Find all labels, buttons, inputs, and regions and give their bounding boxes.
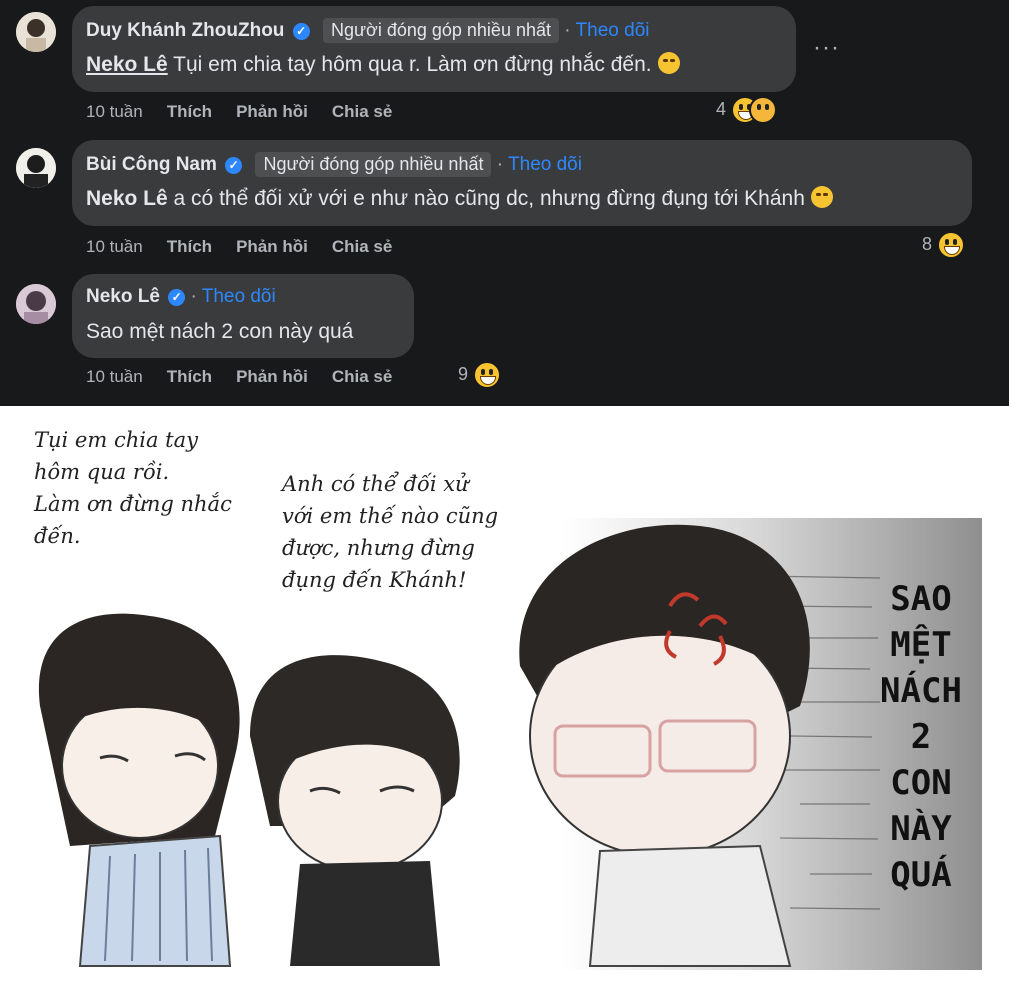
author-name[interactable]: Bùi Công Nam <box>86 154 217 175</box>
author-name[interactable]: Neko Lê <box>86 286 160 307</box>
reaction-summary[interactable]: 4 <box>716 96 778 124</box>
avatar-image <box>16 148 56 188</box>
shout-text: SAO MỆT NÁCH 2 CON NÀY QUÁ <box>880 579 962 895</box>
verified-icon: ✓ <box>168 289 186 306</box>
timestamp[interactable]: 10 tuần <box>86 102 143 121</box>
smirk-emoji-icon <box>810 186 833 208</box>
like-button[interactable]: Thích <box>167 237 212 256</box>
author-name[interactable]: Duy Khánh ZhouZhou <box>86 20 284 41</box>
mention-link[interactable]: Neko Lê <box>86 53 168 76</box>
avatar[interactable] <box>16 284 56 324</box>
speech-bubble-1: Tụi em chia tay hôm qua rồi. Làm ơn đừng… <box>34 428 232 548</box>
comment-bubble: Duy Khánh ZhouZhou ✓ Người đóng góp nhiề… <box>72 6 796 92</box>
reaction-count: 4 <box>716 98 727 119</box>
comments-section: Duy Khánh ZhouZhou ✓ Người đóng góp nhiề… <box>0 0 1009 406</box>
separator: · <box>496 154 504 175</box>
sad-reaction-icon <box>749 96 778 124</box>
avatar-image <box>16 284 56 324</box>
comment-body: Tụi em chia tay hôm qua r. Làm ơn đừng n… <box>173 53 652 76</box>
more-options-icon[interactable]: ··· <box>813 34 840 62</box>
comment-header: Bùi Công Nam ✓ Người đóng góp nhiều nhất… <box>86 152 582 177</box>
share-button[interactable]: Chia sẻ <box>332 367 392 386</box>
comment-bubble: Bùi Công Nam ✓ Người đóng góp nhiều nhất… <box>72 140 972 226</box>
like-button[interactable]: Thích <box>167 102 212 121</box>
share-button[interactable]: Chia sẻ <box>332 102 392 121</box>
share-button[interactable]: Chia sẻ <box>332 237 392 256</box>
timestamp[interactable]: 10 tuần <box>86 237 143 256</box>
reply-button[interactable]: Phản hồi <box>236 237 308 256</box>
comment-body: a có thể đối xử với e như nào cũng dc, n… <box>173 187 805 210</box>
comment-body: Sao mệt nách 2 con này quá <box>86 320 354 343</box>
comment-text: Neko Lê a có thể đối xử với e như nào cũ… <box>86 186 833 211</box>
avatar[interactable] <box>16 148 56 188</box>
reaction-summary[interactable]: 9 <box>458 361 502 389</box>
speech-bubble-2: Anh có thể đối xử với em thế nào cũng đư… <box>282 472 499 592</box>
comment-header: Neko Lê ✓ · Theo dõi <box>86 286 276 308</box>
comment-text: Sao mệt nách 2 con này quá <box>86 320 353 344</box>
avatar[interactable] <box>16 12 56 52</box>
top-contributor-badge: Người đóng góp nhiều nhất <box>255 152 492 177</box>
avatar-image <box>16 12 56 52</box>
reaction-summary[interactable]: 8 <box>922 231 966 259</box>
reply-button[interactable]: Phản hồi <box>236 367 308 386</box>
like-button[interactable]: Thích <box>167 367 212 386</box>
follow-link[interactable]: Theo dõi <box>202 286 276 307</box>
follow-link[interactable]: Theo dõi <box>508 154 582 175</box>
haha-reaction-icon <box>937 231 966 259</box>
verified-icon: ✓ <box>292 23 310 40</box>
verified-icon: ✓ <box>225 157 243 174</box>
separator: · <box>190 286 197 307</box>
comment-text: Neko Lê Tụi em chia tay hôm qua r. Làm ơ… <box>86 52 680 77</box>
zipper-mouth-emoji-icon <box>657 52 680 74</box>
manga-illustration: Tụi em chia tay hôm qua rồi. Làm ơn đừng… <box>0 406 1009 994</box>
follow-link[interactable]: Theo dõi <box>576 20 650 41</box>
timestamp[interactable]: 10 tuần <box>86 367 143 386</box>
reaction-count: 8 <box>922 233 933 254</box>
mention-link[interactable]: Neko Lê <box>86 187 168 210</box>
comment-header: Duy Khánh ZhouZhou ✓ Người đóng góp nhiề… <box>86 18 650 43</box>
haha-reaction-icon <box>473 361 502 389</box>
comment-bubble: Neko Lê ✓ · Theo dõi Sao mệt nách 2 con … <box>72 274 414 358</box>
comment-actions: 10 tuần Thích Phản hồi Chia sẻ <box>86 367 416 387</box>
separator: · <box>564 20 571 41</box>
comment-actions: 10 tuần Thích Phản hồi Chia sẻ <box>86 237 416 257</box>
comment-actions: 10 tuần Thích Phản hồi Chia sẻ <box>86 102 416 122</box>
reply-button[interactable]: Phản hồi <box>236 102 308 121</box>
reaction-count: 9 <box>458 363 469 384</box>
top-contributor-badge: Người đóng góp nhiều nhất <box>322 18 559 43</box>
